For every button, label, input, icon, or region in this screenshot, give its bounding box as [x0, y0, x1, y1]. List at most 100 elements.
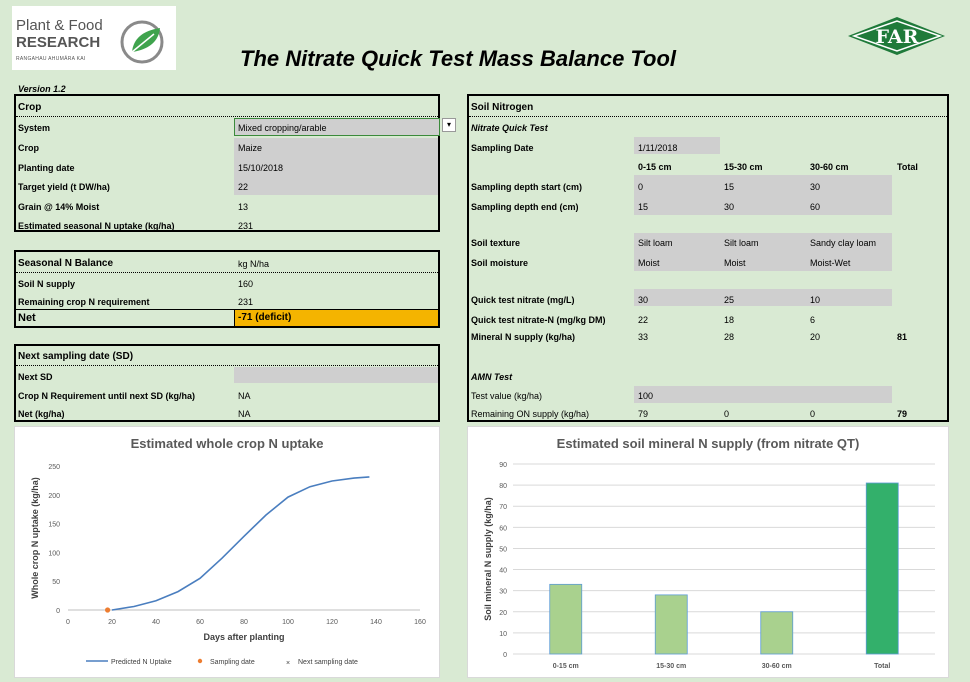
y-tick-label: 150: [48, 522, 60, 529]
remaining-total: 79: [897, 409, 908, 419]
x-tick-label: 40: [152, 619, 160, 626]
legend-label: Predicted N Uptake: [111, 659, 172, 666]
depth-start-0[interactable]: 0: [638, 182, 643, 192]
next-sd-input[interactable]: [234, 367, 438, 383]
depth-end-0[interactable]: 15: [638, 202, 648, 212]
x-axis-label: Days after planting: [203, 632, 284, 642]
soil-n-supply-value: 160: [238, 279, 254, 289]
bar: [549, 583, 583, 655]
logo-text-line1: Plant & Food: [16, 17, 103, 34]
depth-start-label: Sampling depth start (cm): [471, 182, 583, 192]
balance-row-label: Remaining crop N requirement: [18, 297, 150, 307]
balance-row-label: Soil N supply: [18, 279, 76, 289]
x-tick-label: 0: [66, 619, 70, 626]
x-tick-label: 60: [196, 619, 204, 626]
y-tick-label: 0: [503, 652, 507, 659]
crop-row-label: Grain @ 14% Moist: [18, 202, 100, 212]
divider: [16, 116, 438, 117]
y-tick-label: 100: [48, 550, 60, 557]
depth-start-2[interactable]: 30: [810, 182, 820, 192]
logo-text-line2: RESEARCH: [16, 34, 101, 51]
depth-end-1[interactable]: 30: [724, 202, 734, 212]
y-tick-label: 0: [56, 608, 60, 615]
mineral-1: 28: [724, 332, 735, 342]
crop-row-label: Planting date: [18, 163, 75, 173]
qt-2[interactable]: 10: [810, 295, 820, 305]
mineral-total: 81: [897, 332, 908, 342]
depth-start-1[interactable]: 15: [724, 182, 734, 192]
x-tick-label: 0-15 cm: [553, 663, 579, 670]
net-row: [16, 309, 234, 326]
sampling-date-label: Sampling Date: [471, 143, 534, 153]
qtn-1: 18: [724, 315, 735, 325]
remaining-label: Remaining ON supply (kg/ha): [471, 409, 590, 419]
version-label: Version 1.2: [18, 84, 66, 94]
next-sd-row-label: Crop N Requirement until next SD (kg/ha): [18, 391, 196, 401]
balance-header: Seasonal N Balance: [18, 258, 114, 269]
col-header: 0-15 cm: [638, 162, 672, 172]
depth-input-bg: [634, 175, 892, 215]
y-tick-label: 10: [499, 631, 507, 638]
x-tick-label: 140: [370, 619, 382, 626]
remaining-0: 79: [638, 409, 649, 419]
x-tick-label: 20: [108, 619, 116, 626]
bar: [760, 611, 794, 655]
mineral-chart: 0 10 20 30 40 50 60 70 80 90 Soil mineral N supply…: [483, 462, 935, 670]
balance-unit: kg N/ha: [238, 259, 270, 269]
y-axis-label: Whole crop N uptake (kg/ha): [30, 477, 40, 599]
moisture-1[interactable]: Moist: [724, 258, 746, 268]
legend-x-swatch: ×: [286, 660, 290, 667]
depth-end-2[interactable]: 60: [810, 202, 820, 212]
qt-input-bg: [634, 289, 892, 306]
y-tick-label: 40: [499, 568, 507, 575]
test-value: 100: [638, 391, 654, 401]
crop-header: Crop: [18, 102, 42, 113]
y-tick-label: 80: [499, 483, 507, 490]
planting-date-input[interactable]: 15/10/2018: [238, 163, 283, 173]
soil-header: Soil Nitrogen: [471, 102, 534, 113]
x-tick-label: Total: [874, 663, 890, 670]
qt-label: Quick test nitrate (mg/L): [471, 295, 575, 305]
x-tick-label: 30-60 cm: [762, 663, 792, 670]
bar: [865, 482, 899, 655]
y-tick-label: 50: [52, 579, 60, 586]
remaining-2: 0: [810, 409, 816, 419]
texture-0[interactable]: Silt loam: [638, 238, 673, 248]
far-logo: FAR: [848, 17, 945, 55]
col-header: 15-30 cm: [724, 162, 763, 172]
y-tick-label: 50: [499, 546, 507, 553]
moisture-label: Soil moisture: [471, 258, 529, 268]
chevron-down-icon[interactable]: ▾: [442, 118, 456, 132]
bar: [654, 594, 688, 655]
y-tick-label: 250: [48, 464, 60, 471]
y-tick-label: 70: [499, 504, 507, 511]
x-tick-label: 80: [240, 619, 248, 626]
moisture-2[interactable]: Moist-Wet: [810, 258, 850, 268]
crop-input[interactable]: Maize: [238, 143, 262, 153]
mineral-2: 20: [810, 332, 821, 342]
next-sd-requirement-value: NA: [238, 391, 251, 401]
qt-1[interactable]: 25: [724, 295, 734, 305]
texture-label: Soil texture: [471, 238, 521, 248]
texture-1[interactable]: Silt loam: [724, 238, 759, 248]
next-sd-row-label: Net (kg/ha): [18, 409, 65, 419]
moisture-0[interactable]: Moist: [638, 258, 660, 268]
remaining-1: 0: [724, 409, 730, 419]
sampling-date-value: 1/11/2018: [638, 143, 678, 153]
y-tick-label: 90: [499, 462, 507, 469]
uptake-chart: 0 50 100 150 200 250 0 20 40 60 80 100 120 140 160 Days…: [30, 464, 426, 667]
qtn-2: 6: [810, 315, 816, 325]
y-tick-label: 20: [499, 610, 507, 617]
x-tick-label: 15-30 cm: [656, 663, 686, 670]
next-sd-net-value: NA: [238, 409, 251, 419]
nqt-header: Nitrate Quick Test: [471, 123, 548, 133]
qt-0[interactable]: 30: [638, 295, 648, 305]
amn-header: AMN Test: [471, 372, 513, 382]
sampling-date-point: [105, 607, 111, 613]
y-tick-label: 200: [48, 493, 60, 500]
test-value-input[interactable]: [634, 386, 892, 403]
col-header: Total: [897, 162, 918, 172]
texture-2[interactable]: Sandy clay loam: [810, 238, 876, 248]
mineral-label: Mineral N supply (kg/ha): [471, 332, 576, 342]
target-yield-input[interactable]: 22: [238, 182, 248, 192]
